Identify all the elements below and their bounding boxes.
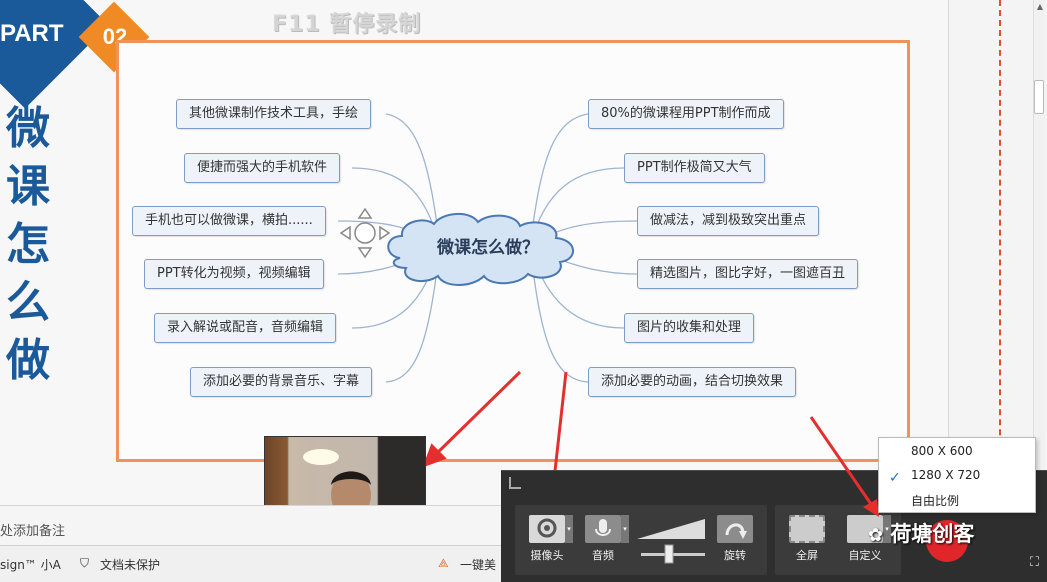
mindmap-node-left[interactable]: PPT转化为视频，视频编辑 <box>144 259 324 289</box>
rotate-button[interactable]: 旋转 <box>711 515 759 563</box>
rotate-label: 旋转 <box>724 549 746 562</box>
rotate-icon <box>717 515 753 543</box>
audio-dropdown-icon[interactable]: ▾ <box>621 515 629 543</box>
one-click-beautify[interactable]: 一键美 <box>460 556 496 573</box>
resolution-option[interactable]: 自由比例 <box>911 492 959 509</box>
scroll-up-icon[interactable]: ▲ <box>1037 2 1043 11</box>
brand-watermark: ✿ 荷塘创客 <box>868 518 974 552</box>
design-theme-label: sign™ 小A <box>0 558 61 572</box>
scrollbar-thumb[interactable] <box>1034 80 1044 114</box>
mindmap-node-left[interactable]: 其他微课制作技术工具，手绘 <box>176 99 372 129</box>
mindmap-node-right[interactable]: 添加必要的动画，结合切换效果 <box>588 367 797 397</box>
expand-icon[interactable]: ⛶ <box>1030 555 1039 570</box>
brand-label: 荷塘创客 <box>890 522 975 546</box>
camera-label: 摄像头 <box>530 549 564 562</box>
check-icon: ✓ <box>889 470 901 486</box>
resolution-option[interactable]: 800 X 600 <box>911 444 973 458</box>
mindmap-node-left[interactable]: 手机也可以做微课，横拍...... <box>132 206 326 236</box>
mindmap-node-left[interactable]: 添加必要的背景音乐、字幕 <box>190 367 373 397</box>
collapse-icon[interactable] <box>509 477 521 489</box>
camera-button[interactable]: ▾ 摄像头 <box>523 515 573 563</box>
mindmap-node-left[interactable]: 便捷而强大的手机软件 <box>184 153 341 183</box>
mindmap-node-left[interactable]: 录入解说或配音，音频编辑 <box>154 313 337 343</box>
wechat-icon: ✿ <box>868 525 884 546</box>
volume-slider[interactable] <box>635 515 711 567</box>
notes-placeholder[interactable]: 处添加备注 <box>0 520 65 539</box>
mindmap-node-right[interactable]: 80%的微课程用PPT制作而成 <box>588 99 784 129</box>
doc-protection-status[interactable]: 文档未保护 <box>100 556 160 573</box>
resolution-menu[interactable]: 800 X 600 ✓ 1280 X 720 自由比例 <box>878 437 1036 513</box>
recorder-device-group: ▾ 摄像头 ▾ 音频 旋转 <box>515 505 767 575</box>
fullscreen-label: 全屏 <box>796 549 818 562</box>
microphone-icon: ▾ <box>585 515 629 543</box>
camera-dropdown-icon[interactable]: ▾ <box>565 515 573 543</box>
camera-icon: ▾ <box>529 515 573 543</box>
mindmap-node-right[interactable]: 图片的收集和处理 <box>624 313 755 343</box>
audio-button[interactable]: ▾ 音频 <box>579 515 629 563</box>
beautify-icon: ⟁ <box>438 556 449 570</box>
mindmap-center-topic[interactable]: 微课怎么做？ <box>390 226 586 270</box>
mindmap-node-right[interactable]: 精选图片，图比字好，一图遮百丑 <box>637 259 859 289</box>
resolution-option-selected[interactable]: 1280 X 720 <box>911 468 980 482</box>
audio-label: 音频 <box>592 549 614 562</box>
shield-icon: ⛉ <box>80 556 90 570</box>
mindmap-node-right[interactable]: PPT制作极简又大气 <box>624 153 765 183</box>
move-cursor-icon <box>340 208 390 258</box>
mindmap-node-right[interactable]: 做减法，减到极致突出重点 <box>637 206 820 236</box>
